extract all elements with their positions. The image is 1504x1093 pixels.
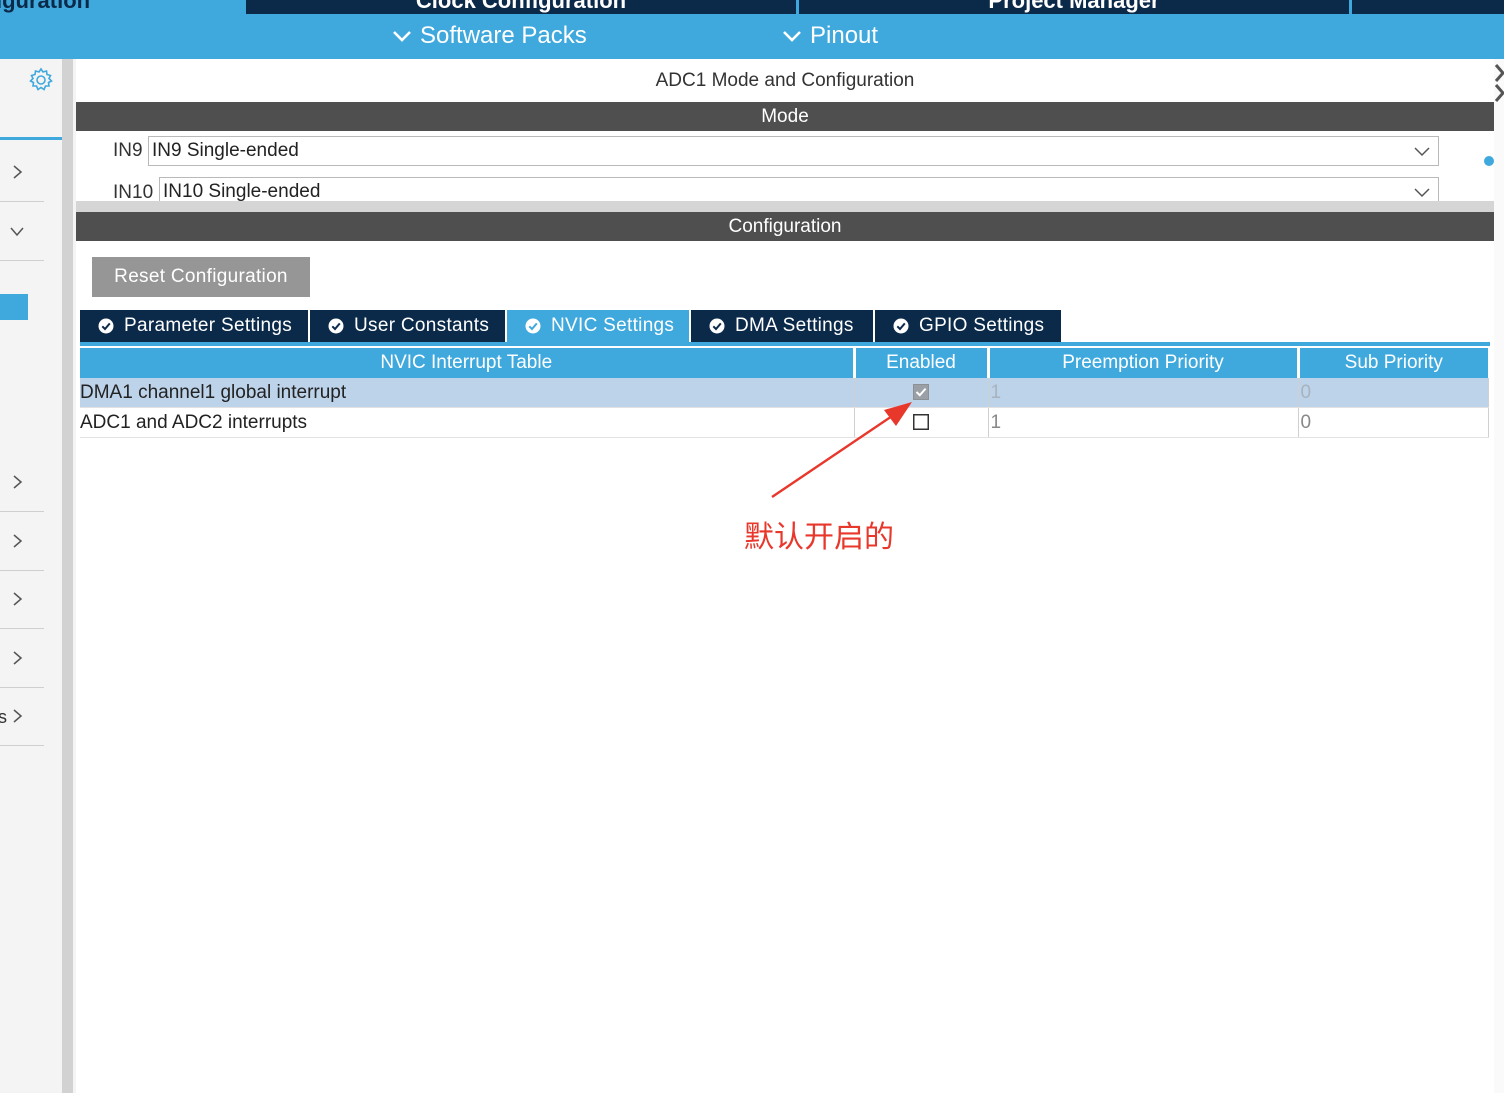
software-packs-label: Software Packs <box>420 22 587 49</box>
mode-select-in10[interactable]: IN10 Single-ended <box>159 177 1439 201</box>
enabled-checkbox-unchecked[interactable] <box>913 414 929 431</box>
enabled-cell <box>854 407 989 438</box>
tab-label: Clock Configuration <box>415 0 627 13</box>
checkbox-checked-icon <box>913 384 929 401</box>
column-header-interrupt[interactable]: NVIC Interrupt Table <box>80 348 856 378</box>
mode-list: IN9 IN9 Single-ended IN10 IN10 Single-en… <box>76 131 1494 201</box>
panel-title: ADC1 Mode and Configuration <box>655 70 915 91</box>
chevron-down-icon <box>1414 147 1430 157</box>
nvic-interrupt-table: NVIC Interrupt Table Enabled Preemption … <box>80 348 1489 438</box>
tab-label: Parameter Settings <box>124 315 293 336</box>
enabled-cell <box>854 378 989 408</box>
chevron-down-icon <box>1414 188 1430 198</box>
sub-priority: 0 <box>1298 407 1489 438</box>
sidebar-category-6[interactable] <box>0 629 44 688</box>
right-scroll-edge <box>1494 59 1504 1093</box>
chevron-down-icon <box>783 31 801 42</box>
mode-row-in9: IN9 <box>113 135 143 167</box>
chevron-down-icon <box>10 227 24 237</box>
checkbox-unchecked-icon <box>913 414 929 431</box>
configuration-section-header: Configuration <box>76 212 1494 241</box>
check-circle-icon <box>709 318 725 334</box>
chevron-right-icon <box>13 475 23 489</box>
column-header-preemption[interactable]: Preemption Priority <box>988 348 1300 378</box>
mode-section-header: Mode <box>76 102 1494 131</box>
chevron-right-icon <box>13 709 23 723</box>
tab-dma-settings[interactable]: DMA Settings <box>691 310 875 342</box>
sidebar-item-label: s <box>0 707 7 727</box>
check-circle-icon <box>98 318 114 334</box>
mode-select-value: IN9 Single-ended <box>152 140 299 161</box>
tab-gpio-settings[interactable]: GPIO Settings <box>875 310 1061 342</box>
table-row[interactable]: ADC1 and ADC2 interrupts 1 0 <box>80 407 1489 438</box>
interrupt-name: ADC1 and ADC2 interrupts <box>80 407 855 438</box>
interrupt-name: DMA1 channel1 global interrupt <box>80 378 855 408</box>
preemption-priority: 1 <box>988 378 1299 408</box>
chevron-down-icon <box>393 31 411 42</box>
tab-clock-configuration[interactable]: Clock Configuration <box>246 0 796 14</box>
sidebar-category-3[interactable] <box>0 453 44 512</box>
config-tabs: Parameter Settings User Constants NVIC S… <box>80 310 1061 342</box>
mode-row-label: IN10 <box>113 182 154 201</box>
mode-row-in10: IN10 <box>113 177 153 201</box>
sidebar-category-5[interactable] <box>0 570 44 629</box>
sub-header: Software Packs Pinout <box>0 14 1504 59</box>
sidebar-category-7[interactable]: s <box>0 687 44 746</box>
tab-project-manager[interactable]: Project Manager <box>799 0 1349 14</box>
sidebar-selected-item[interactable] <box>0 294 28 320</box>
tab-pinout-configuration[interactable]: iguration <box>0 0 246 14</box>
collapse-arrows-icon[interactable] <box>1494 63 1504 103</box>
table-header-row: NVIC Interrupt Table Enabled Preemption … <box>80 348 1488 378</box>
chevron-right-icon <box>13 534 23 548</box>
tab-label: Project Manager <box>988 0 1160 13</box>
scrollbar-thumb[interactable] <box>1484 156 1494 166</box>
reset-configuration-button[interactable]: Reset Configuration <box>92 257 310 297</box>
pinout-menu[interactable]: Pinout <box>782 22 878 50</box>
chevron-right-icon <box>13 165 23 179</box>
check-circle-icon <box>328 318 344 334</box>
mode-row-label: IN9 <box>113 140 143 161</box>
left-sidebar: s <box>0 59 62 1093</box>
preemption-priority: 1 <box>988 407 1299 438</box>
tab-label: User Constants <box>354 315 490 336</box>
column-header-enabled[interactable]: Enabled <box>854 348 990 378</box>
tab-label: NVIC Settings <box>551 315 675 336</box>
mode-select-value: IN10 Single-ended <box>163 181 321 201</box>
annotation-label: 默认开启的 <box>744 521 894 554</box>
tab-label: DMA Settings <box>735 315 854 336</box>
pinout-label: Pinout <box>810 22 879 49</box>
tabs-underline <box>80 342 1490 346</box>
tab-parameter-settings[interactable]: Parameter Settings <box>80 310 310 342</box>
tab-tools[interactable] <box>1352 0 1504 14</box>
software-packs-menu[interactable]: Software Packs <box>392 22 587 50</box>
adc-config-panel: ADC1 Mode and Configuration Mode IN9 IN9… <box>76 59 1494 1093</box>
sidebar-category-1[interactable] <box>0 143 44 202</box>
panel-splitter[interactable] <box>62 59 76 1093</box>
tab-label: iguration <box>0 0 91 13</box>
top-tab-bar: iguration Clock Configuration Project Ma… <box>0 0 1504 14</box>
mode-select-in9[interactable]: IN9 Single-ended <box>148 136 1439 166</box>
sidebar-category-2[interactable] <box>0 202 44 261</box>
column-header-sub-priority[interactable]: Sub Priority <box>1298 348 1488 378</box>
tab-label: GPIO Settings <box>919 315 1045 336</box>
check-circle-icon <box>893 318 909 334</box>
tab-nvic-settings[interactable]: NVIC Settings <box>507 310 691 342</box>
chevron-right-icon <box>13 592 23 606</box>
sub-priority: 0 <box>1298 378 1489 408</box>
sidebar-category-4[interactable] <box>0 512 44 571</box>
sidebar-divider <box>0 137 62 140</box>
enabled-checkbox-checked[interactable] <box>913 384 929 401</box>
table-row[interactable]: DMA1 channel1 global interrupt 1 0 <box>80 378 1489 408</box>
chevron-right-icon <box>13 651 23 665</box>
check-circle-icon <box>525 318 541 334</box>
tab-user-constants[interactable]: User Constants <box>310 310 507 342</box>
gear-icon[interactable] <box>28 67 54 93</box>
